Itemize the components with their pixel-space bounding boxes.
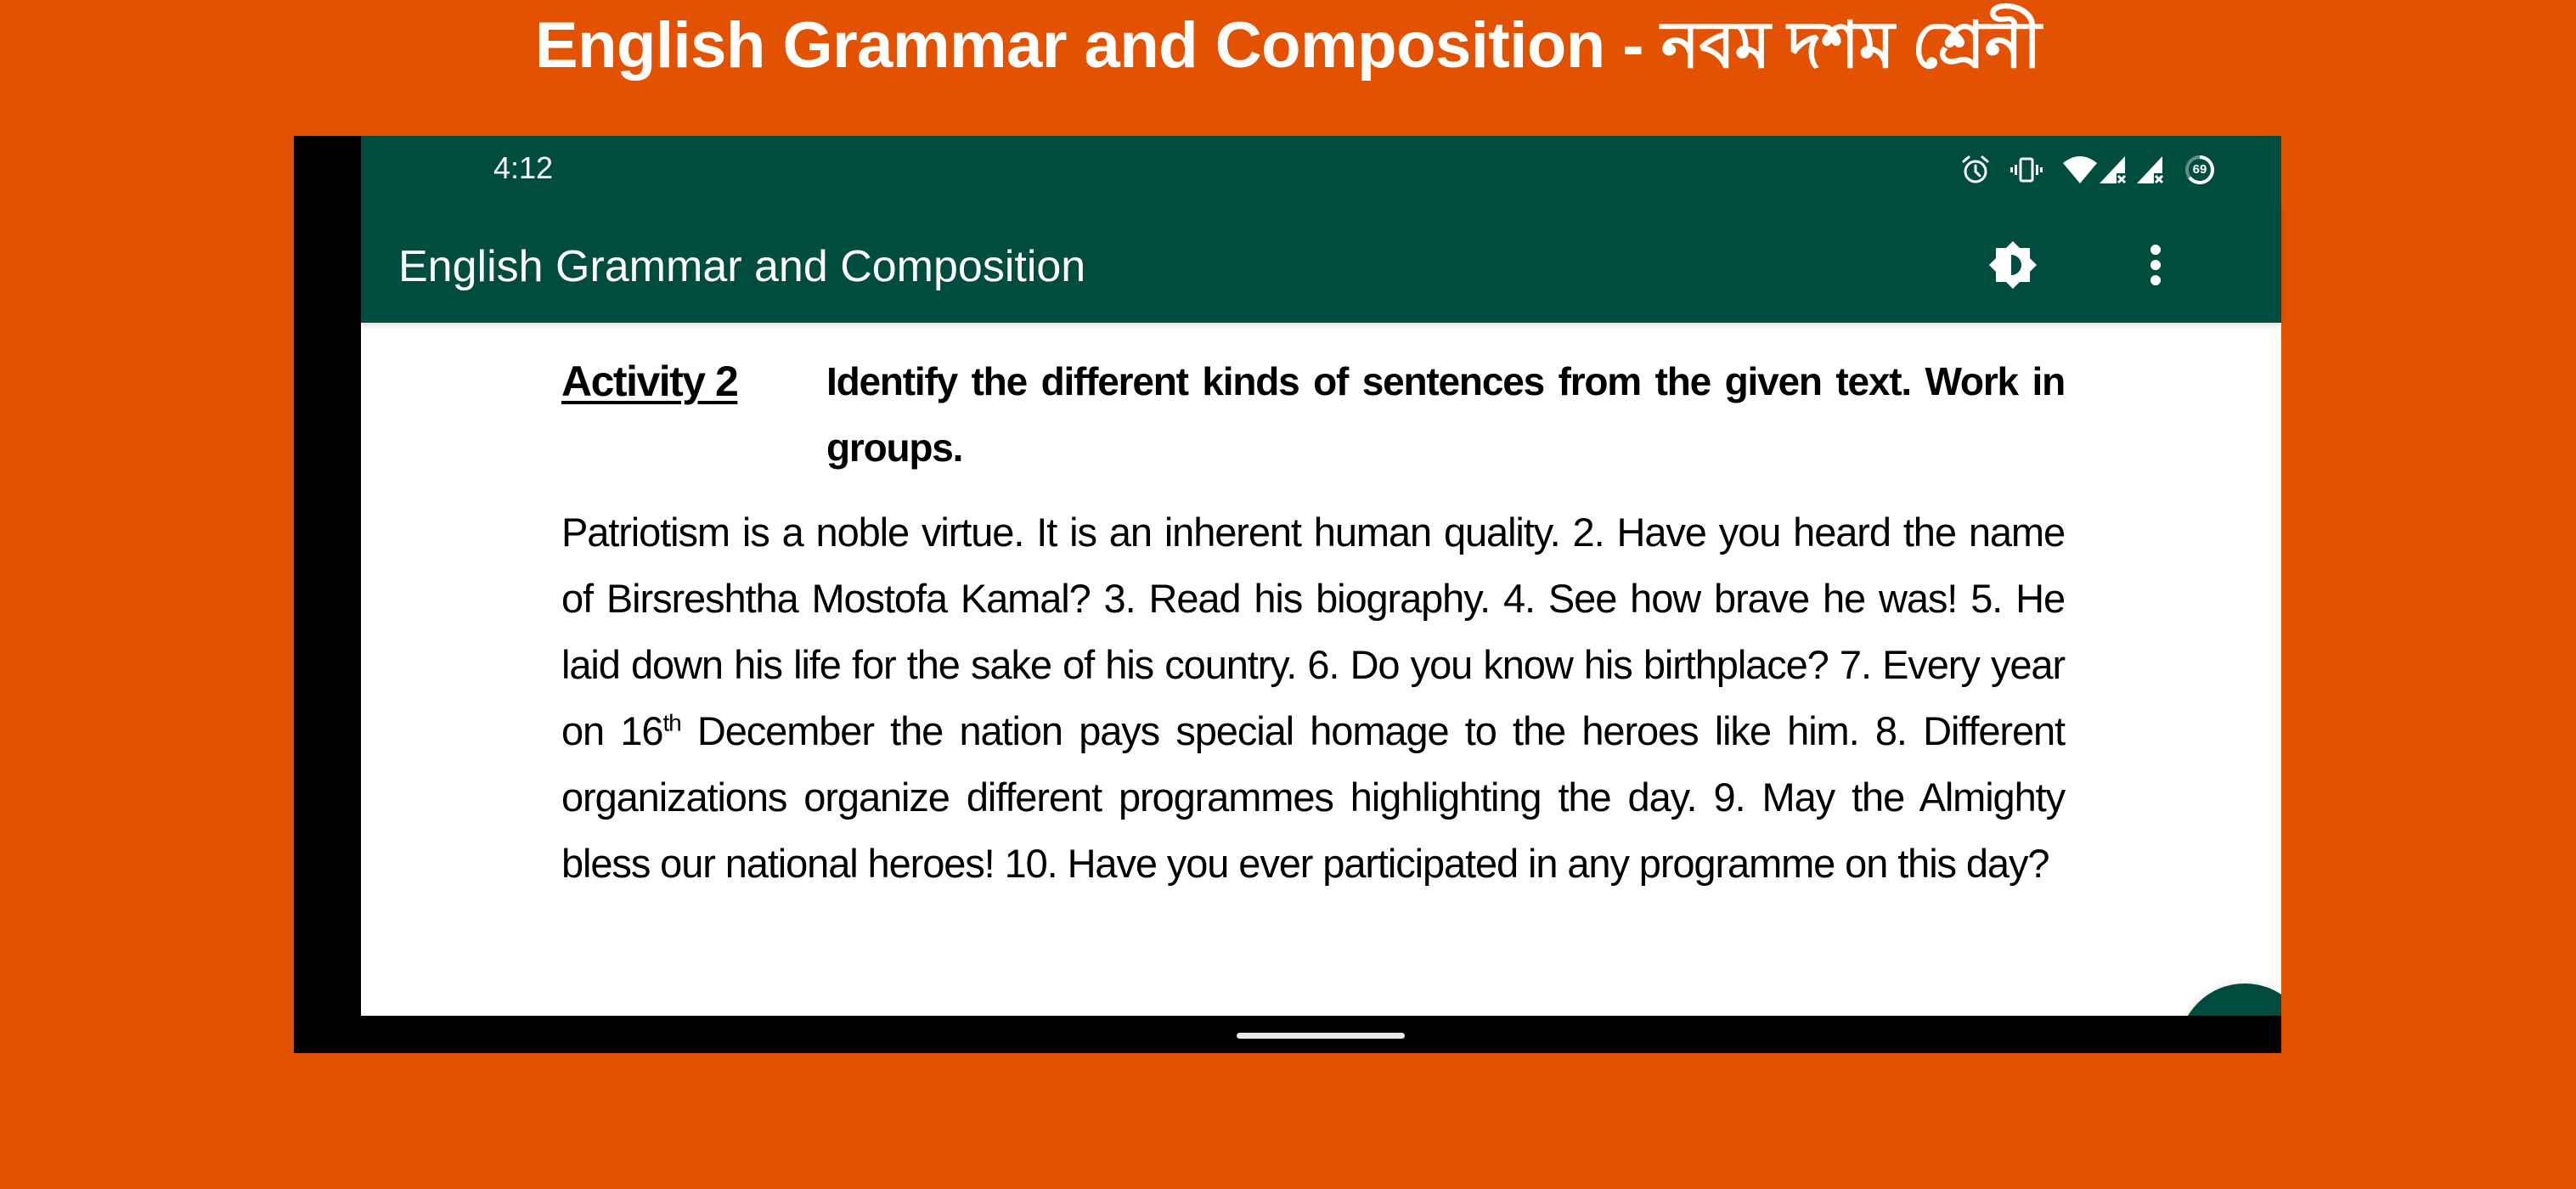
app-bar: English Grammar and Composition [361,204,2281,323]
more-options-button[interactable] [2128,238,2183,292]
brightness-button[interactable] [1986,238,2040,292]
activity-instruction: Identify the different kinds of sentence… [826,359,2066,470]
signal-no-service-icon [2098,155,2128,185]
more-vert-icon [2150,245,2161,285]
passage-part-2: December the nation pays special homage … [561,708,2066,886]
alarm-icon [1960,155,1991,185]
battery-level: 69 [2192,162,2207,177]
activity-label: Activity 2 [561,358,739,405]
document-view[interactable]: Activity 2 Identify the different kinds … [361,323,2281,1016]
status-icons: 69 [1960,151,2215,189]
scroll-to-top-button[interactable] [2179,983,2281,1016]
banner-title: English Grammar and Composition - নবম দশ… [534,9,2042,82]
ordinal-suffix: th [662,709,681,736]
home-indicator[interactable] [1237,1033,1405,1039]
phone-screen: 4:12 69 English Grammar and Composition … [294,136,2281,1053]
battery-saver-icon: 69 [2184,155,2215,185]
status-bar: 4:12 69 [361,136,2281,204]
wifi-icon [2062,155,2098,185]
passage-text: Patriotism is a noble virtue. It is an i… [561,499,2066,897]
status-time: 4:12 [493,150,554,185]
brightness-icon [1989,241,2037,289]
activity-header: Activity 2 Identify the different kinds … [561,348,2066,481]
navigation-bar [294,1016,2281,1053]
signal-no-service-icon [2135,155,2166,185]
vibrate-icon [2010,155,2043,185]
app-title: English Grammar and Composition [398,242,1086,291]
document-page: Activity 2 Identify the different kinds … [561,348,2066,897]
